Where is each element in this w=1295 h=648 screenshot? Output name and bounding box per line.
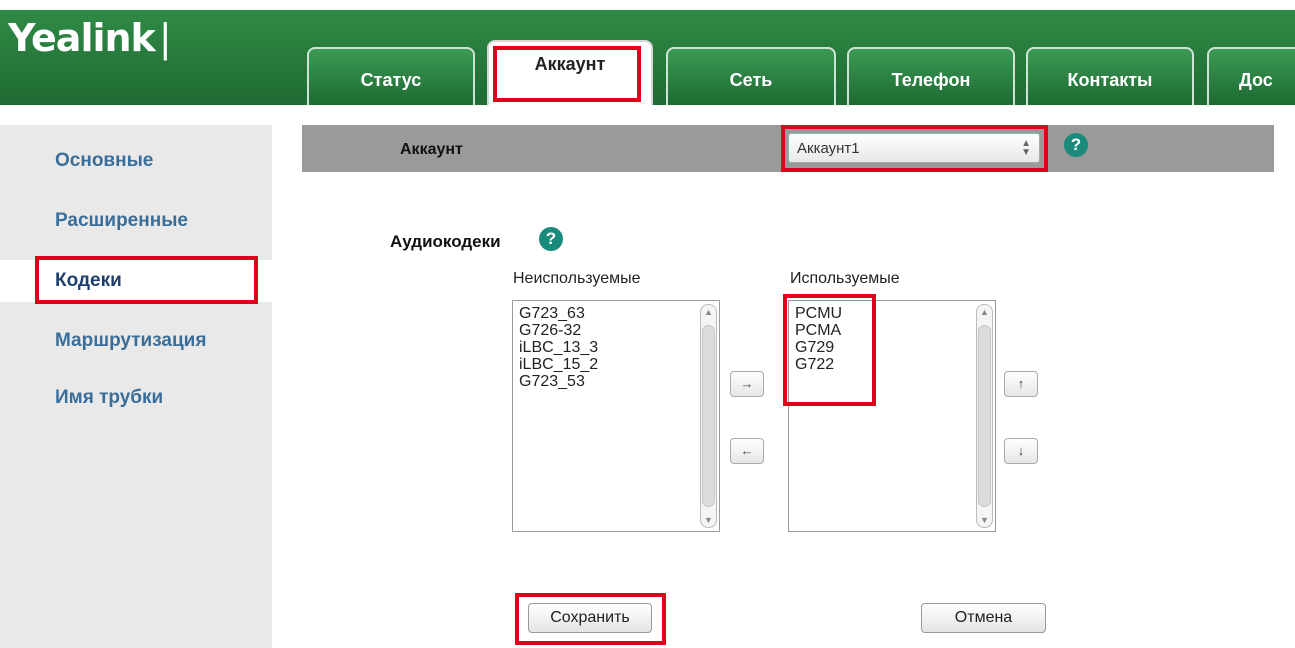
list-item[interactable]: G723_63 [519, 305, 598, 322]
tab-label: Контакты [1067, 69, 1153, 90]
select-arrows-icon: ▲ ▼ [1021, 138, 1031, 158]
unused-codecs-items: G723_63 G726-32 iLBC_13_3 iLBC_15_2 G723… [519, 305, 598, 390]
sidebar-item-advanced[interactable]: Расширенные [55, 210, 188, 232]
list-item[interactable]: iLBC_15_2 [519, 356, 598, 373]
unused-codecs-list[interactable]: G723_63 G726-32 iLBC_13_3 iLBC_15_2 G723… [512, 300, 720, 532]
tab-contacts[interactable]: Контакты [1026, 47, 1194, 105]
sidebar-active-background [0, 260, 286, 302]
tab-label: Телефон [891, 69, 971, 90]
scroll-up-icon[interactable]: ▲ [701, 307, 716, 317]
help-icon[interactable]: ? [1064, 133, 1088, 157]
scroll-down-icon[interactable]: ▼ [977, 515, 992, 525]
move-down-button[interactable]: ↓ [1004, 438, 1038, 464]
list-item[interactable]: PCMA [795, 322, 842, 339]
scroll-down-icon[interactable]: ▼ [701, 515, 716, 525]
list-item[interactable]: iLBC_13_3 [519, 339, 598, 356]
used-codecs-list[interactable]: PCMU PCMA G729 G722 ▲ ▼ [788, 300, 996, 532]
list-item[interactable]: G722 [795, 356, 842, 373]
tab-label: Статус [360, 69, 422, 90]
help-icon[interactable]: ? [539, 227, 563, 251]
sidebar-item-basic[interactable]: Основные [55, 150, 153, 172]
account-select[interactable]: Аккаунт1 ▲ ▼ [788, 133, 1040, 163]
move-left-button[interactable]: ← [730, 438, 764, 464]
scroll-up-icon[interactable]: ▲ [977, 307, 992, 317]
audio-codecs-label: Аудиокодеки [390, 232, 501, 251]
yealink-logo: Yealink | [8, 16, 172, 60]
scrollbar[interactable]: ▲ ▼ [700, 304, 717, 528]
tab-account[interactable]: Аккаунт [487, 40, 653, 105]
scrollbar-thumb[interactable] [702, 325, 715, 507]
tab-phone[interactable]: Телефон [847, 47, 1015, 105]
account-select-value: Аккаунт1 [797, 140, 860, 157]
scrollbar-thumb[interactable] [978, 325, 991, 507]
sidebar-item-handset-name[interactable]: Имя трубки [55, 387, 163, 409]
tab-label: Аккаунт [534, 54, 606, 74]
save-button[interactable]: Сохранить [528, 603, 652, 633]
logo-separator: | [158, 16, 172, 60]
list-item[interactable]: G729 [795, 339, 842, 356]
logo-text: Yealink [8, 16, 156, 60]
tab-label: Сеть [729, 69, 773, 90]
tab-label: Дос [1239, 69, 1273, 90]
unused-codecs-label: Неиспользуемые [513, 270, 641, 287]
used-codecs-items: PCMU PCMA G729 G722 [795, 305, 842, 373]
account-label: Аккаунт [400, 141, 463, 158]
cancel-button[interactable]: Отмена [921, 603, 1046, 633]
tab-features[interactable]: Дос [1207, 47, 1295, 105]
tab-status[interactable]: Статус [307, 47, 475, 105]
move-right-button[interactable]: → [730, 371, 764, 397]
list-item[interactable]: PCMU [795, 305, 842, 322]
tab-network[interactable]: Сеть [666, 47, 836, 105]
used-codecs-label: Используемые [790, 270, 900, 287]
move-up-button[interactable]: ↑ [1004, 371, 1038, 397]
scrollbar[interactable]: ▲ ▼ [976, 304, 993, 528]
sidebar-item-routing[interactable]: Маршрутизация [55, 330, 206, 352]
list-item[interactable]: G726-32 [519, 322, 598, 339]
sidebar-item-codecs[interactable]: Кодеки [55, 270, 122, 292]
list-item[interactable]: G723_53 [519, 373, 598, 390]
